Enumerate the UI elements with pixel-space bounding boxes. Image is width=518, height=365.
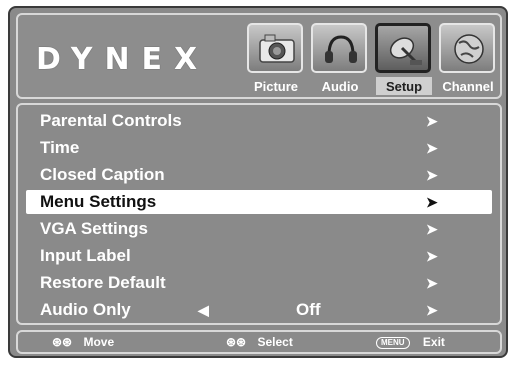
camera-icon — [247, 23, 303, 73]
hint-select: ⊛⊛ Select — [226, 332, 293, 352]
satellite-dish-icon — [375, 23, 431, 73]
audio-only-value: Off — [296, 300, 321, 319]
menu-item-restore-default[interactable]: Restore Default ➤ — [26, 271, 492, 295]
hint-select-label: Select — [257, 335, 293, 349]
menu-item-menu-settings[interactable]: Menu Settings ➤ — [26, 190, 492, 214]
tv-menu-frame: DYNEX Picture Audio Setup Channel Parent… — [8, 6, 508, 358]
tab-setup-label: Setup — [385, 79, 423, 94]
brand-logo: DYNEX — [36, 42, 210, 77]
menu-item-label: Restore Default — [40, 273, 166, 292]
globe-icon — [439, 23, 495, 73]
menu-item-label: Audio Only — [40, 300, 131, 319]
right-arrow-icon: ➤ — [426, 113, 438, 129]
hint-move-label: Move — [83, 335, 115, 349]
menu-item-label: VGA Settings — [40, 219, 148, 238]
tab-audio-label: Audio — [321, 79, 359, 94]
tab-picture[interactable]: Picture — [246, 23, 306, 95]
left-arrow-icon[interactable]: ◀ — [198, 298, 209, 322]
menu-item-label: Parental Controls — [40, 111, 182, 130]
right-arrow-icon: ➤ — [426, 248, 438, 264]
hint-exit: MENU Exit — [376, 332, 445, 352]
right-arrow-icon: ➤ — [426, 221, 438, 237]
menu-item-label: Time — [40, 138, 80, 157]
right-arrow-icon: ➤ — [426, 167, 438, 183]
menu-item-closed-caption[interactable]: Closed Caption ➤ — [26, 163, 492, 187]
menu-item-label: Closed Caption — [40, 165, 165, 184]
hint-exit-label: Exit — [422, 335, 445, 349]
left-right-keys-icon: ⊛⊛ — [226, 335, 247, 349]
menu-header: DYNEX Picture Audio Setup Channel — [16, 13, 502, 99]
right-arrow-icon: ➤ — [426, 275, 438, 291]
menu-item-audio-only[interactable]: Audio Only ◀ Off ➤ — [26, 298, 492, 322]
right-arrow-icon[interactable]: ➤ — [426, 298, 438, 322]
setup-menu: Parental Controls ➤ Time ➤ Closed Captio… — [16, 103, 502, 325]
menu-item-label: Menu Settings — [40, 192, 157, 211]
menu-key-icon: MENU — [376, 337, 410, 349]
tab-channel-label: Channel — [442, 79, 494, 94]
right-arrow-icon: ➤ — [426, 140, 438, 156]
headphones-icon — [311, 23, 367, 73]
tab-picture-label: Picture — [253, 79, 299, 94]
up-down-keys-icon: ⊛⊛ — [52, 335, 73, 349]
key-hints-footer: ⊛⊛ Move ⊛⊛ Select MENU Exit — [16, 330, 502, 354]
menu-item-vga-settings[interactable]: VGA Settings ➤ — [26, 217, 492, 241]
hint-move: ⊛⊛ Move — [52, 332, 114, 352]
menu-item-time[interactable]: Time ➤ — [26, 136, 492, 160]
tab-channel[interactable]: Channel — [438, 23, 498, 95]
menu-item-input-label[interactable]: Input Label ➤ — [26, 244, 492, 268]
tab-setup[interactable]: Setup — [374, 23, 434, 95]
menu-item-label: Input Label — [40, 246, 131, 265]
tab-audio[interactable]: Audio — [310, 23, 370, 95]
menu-item-parental-controls[interactable]: Parental Controls ➤ — [26, 109, 492, 133]
right-arrow-icon: ➤ — [426, 194, 438, 210]
